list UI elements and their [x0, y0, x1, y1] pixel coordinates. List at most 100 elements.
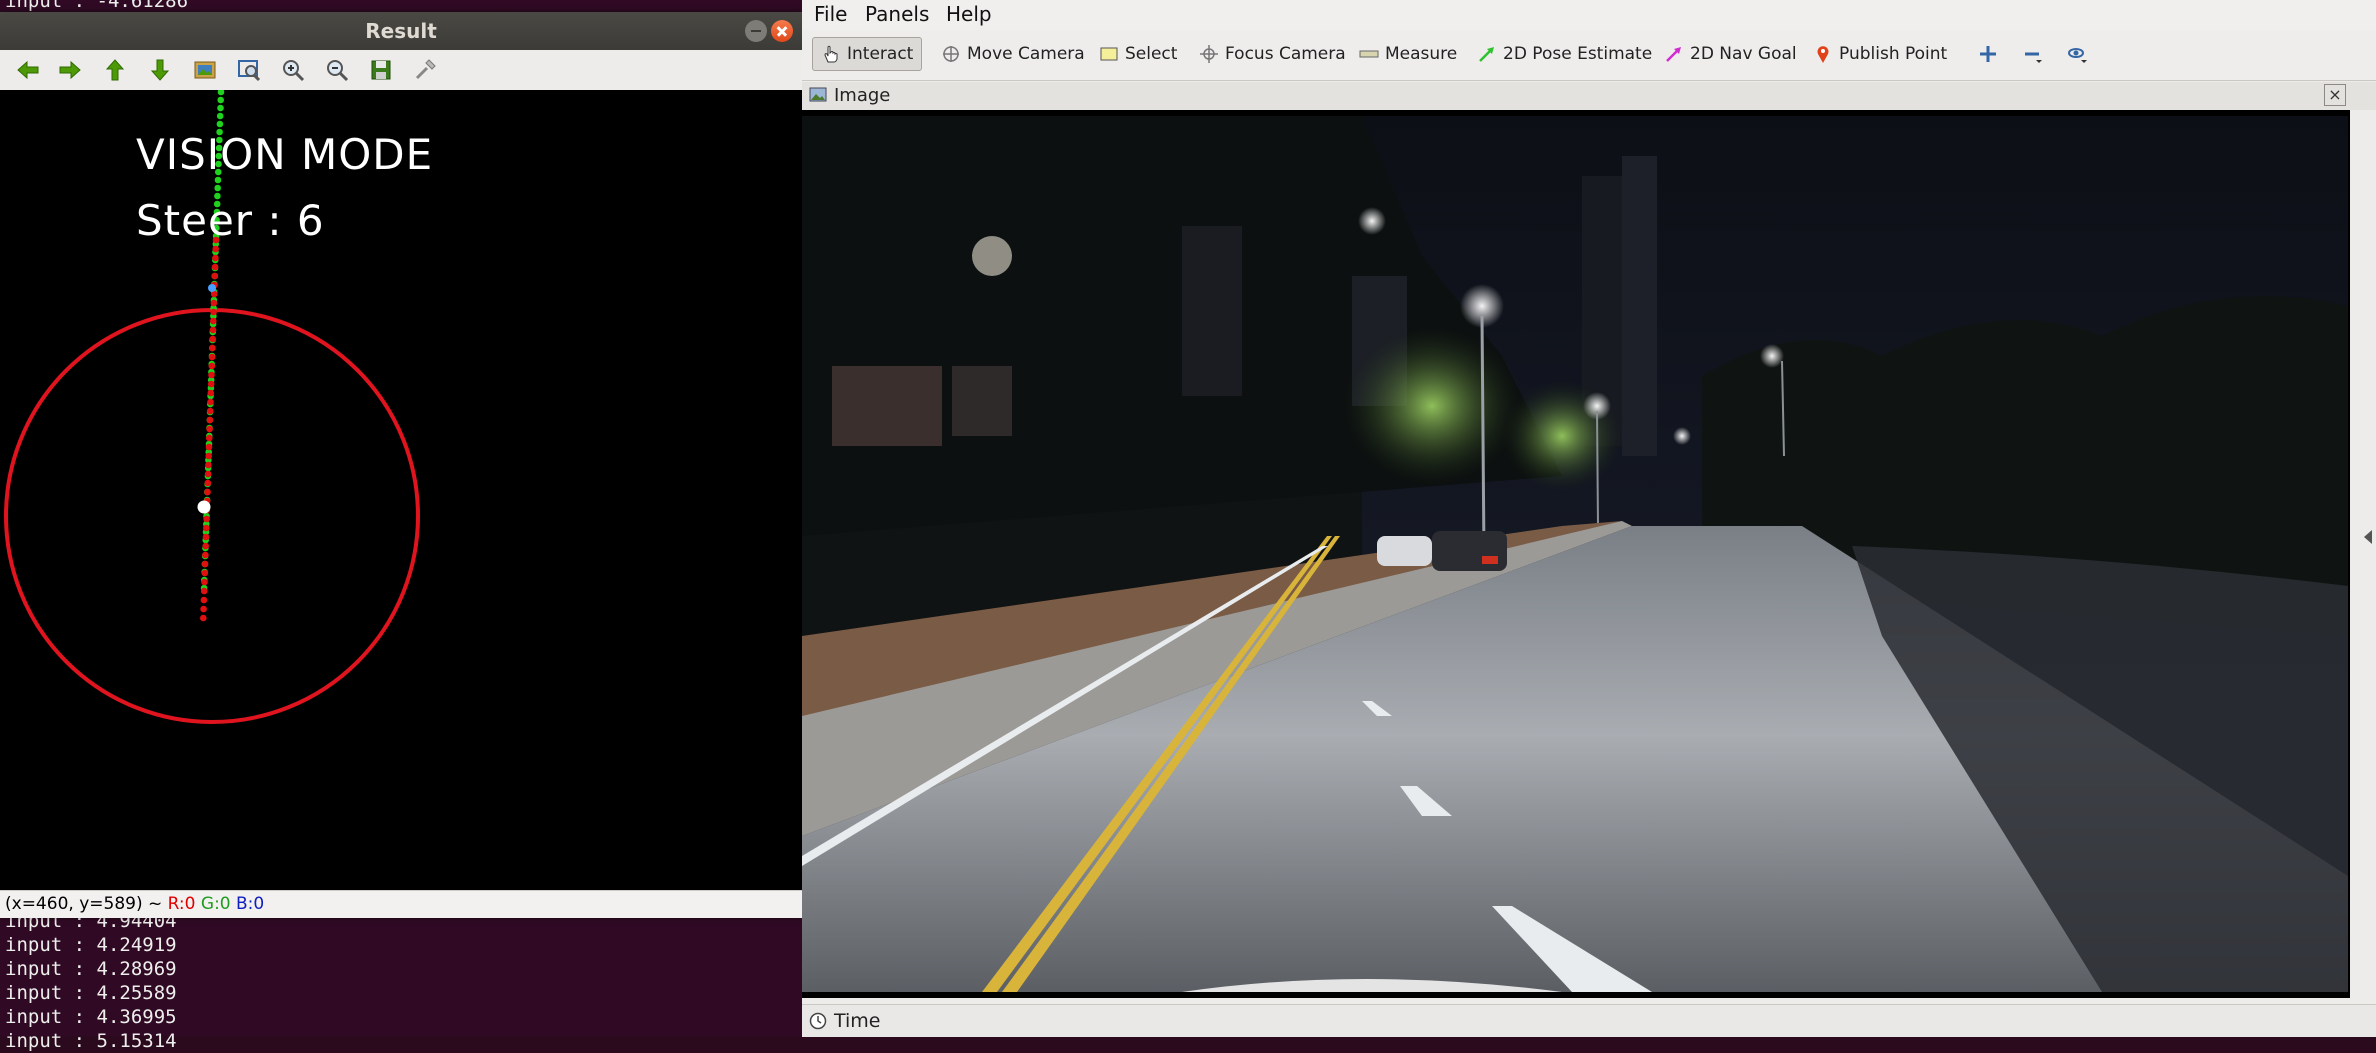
- menu-file[interactable]: File: [814, 2, 847, 26]
- center-dot: [197, 500, 211, 514]
- steer-value-label: Steer : 6: [136, 196, 325, 245]
- add-tool-icon[interactable]: [1973, 40, 2003, 68]
- path-point: [217, 90, 225, 96]
- path-point: [202, 542, 209, 550]
- green-arrow-icon: [1479, 47, 1494, 62]
- result-image[interactable]: VISION MODE Steer : 6: [0, 90, 802, 890]
- terminal-line: input : 4.25589: [5, 982, 177, 1004]
- terminal-line: input : 4.24919: [5, 934, 177, 956]
- terminal-line: input : 4.36995: [5, 1006, 177, 1028]
- image-icon[interactable]: [190, 56, 220, 84]
- time-panel-title: Time: [834, 1010, 881, 1032]
- path-point: [205, 443, 213, 451]
- zoom-fit-icon[interactable]: [234, 56, 264, 84]
- clock-icon: [809, 1012, 827, 1030]
- window-title: Result: [365, 19, 437, 43]
- window-titlebar[interactable]: Result: [0, 12, 802, 50]
- select-rectangle-icon: [1100, 47, 1118, 61]
- path-point: [207, 398, 214, 406]
- pixel-green-value: G:0: [200, 894, 231, 914]
- path-point: [202, 533, 210, 541]
- path-point: [206, 407, 214, 415]
- tool-measure[interactable]: Measure: [1350, 37, 1466, 71]
- tool-interact[interactable]: Interact: [812, 37, 923, 71]
- tool-select[interactable]: Select: [1090, 37, 1186, 71]
- camera-image: [802, 116, 2348, 992]
- zoom-out-icon[interactable]: [322, 56, 352, 84]
- path-point: [200, 596, 208, 604]
- blue-marker: [208, 284, 216, 292]
- cursor-coords: (x=460, y=589) ~: [5, 894, 163, 914]
- terminal-line: input : 5.15314: [5, 1030, 177, 1052]
- tool-label: Measure: [1385, 44, 1458, 64]
- time-panel: Time: [802, 1004, 2376, 1037]
- arrow-right-icon[interactable]: [55, 56, 85, 84]
- path-point: [202, 551, 209, 559]
- vision-mode-label: VISION MODE: [136, 130, 434, 179]
- path-point: [211, 263, 219, 271]
- status-bar: (x=460, y=589) ~ R:0 G:0 B:0: [0, 890, 802, 918]
- pixel-blue-value: B:0: [236, 894, 265, 914]
- trajectory-plot: [4, 90, 420, 724]
- magenta-arrow-icon: [1666, 47, 1681, 62]
- tool-label: Publish Point: [1839, 44, 1948, 64]
- camera-scene: [802, 116, 2348, 992]
- path-point: [200, 605, 207, 613]
- menu-help[interactable]: Help: [946, 2, 992, 26]
- tool-label: 2D Nav Goal: [1690, 44, 1797, 64]
- path-point: [217, 104, 224, 112]
- path-point: [204, 479, 212, 487]
- terminal-output: input : 4.94404 input : 4.24919 input : …: [5, 909, 177, 1053]
- pixel-red-value: R:0: [167, 894, 196, 914]
- path-point: [207, 380, 215, 388]
- close-button[interactable]: [771, 20, 793, 42]
- path-point: [201, 560, 209, 568]
- tool-label: 2D Pose Estimate: [1503, 44, 1653, 64]
- path-point: [210, 317, 217, 325]
- arrow-up-icon[interactable]: [100, 56, 130, 84]
- tool-move-camera[interactable]: Move Camera: [932, 37, 1094, 71]
- view-options-icon[interactable]: [2062, 40, 2092, 68]
- path-point: [208, 362, 216, 370]
- arrow-down-icon[interactable]: [145, 56, 175, 84]
- tool-focus-camera[interactable]: Focus Camera: [1190, 37, 1355, 71]
- save-icon[interactable]: [366, 56, 396, 84]
- zoom-in-icon[interactable]: [278, 56, 308, 84]
- path-point: [210, 308, 217, 316]
- tool-label: Move Camera: [967, 44, 1085, 64]
- properties-icon[interactable]: [410, 56, 440, 84]
- path-point: [208, 371, 215, 379]
- tool-publish-point[interactable]: Publish Point: [1804, 37, 1956, 71]
- path-point: [204, 470, 212, 478]
- minimize-button[interactable]: [745, 20, 767, 42]
- path-point: [204, 488, 211, 496]
- image-icon: [809, 87, 827, 102]
- path-point: [209, 326, 217, 334]
- ruler-icon: [1359, 50, 1379, 58]
- close-icon[interactable]: ×: [2324, 84, 2346, 106]
- path-point: [207, 389, 215, 397]
- terminal-line: input : -4.61286: [5, 0, 189, 12]
- path-point: [214, 184, 221, 192]
- tool-2d-nav-goal[interactable]: 2D Nav Goal: [1655, 37, 1806, 71]
- path-point: [201, 569, 209, 577]
- move-camera-icon: [943, 46, 959, 62]
- tool-2d-pose-estimate[interactable]: 2D Pose Estimate: [1468, 37, 1661, 71]
- path-point: [210, 299, 218, 307]
- path-point: [203, 524, 210, 532]
- remove-tool-icon[interactable]: [2017, 40, 2047, 68]
- menu-panels[interactable]: Panels: [865, 2, 929, 26]
- menu-bar: File Panels Help: [802, 0, 2376, 30]
- path-point: [211, 272, 219, 280]
- image-toolbar: [0, 50, 802, 91]
- arrow-left-icon[interactable]: [13, 56, 43, 84]
- collapse-handle-icon[interactable]: [2364, 530, 2372, 544]
- terminal-line: input : 4.28969: [5, 958, 177, 980]
- path-point: [212, 245, 219, 253]
- path-point: [201, 578, 208, 586]
- focus-camera-icon: [1200, 45, 1218, 63]
- path-point: [209, 344, 216, 352]
- path-point: [209, 335, 216, 343]
- path-point: [206, 434, 213, 442]
- hand-pointer-icon: [824, 45, 838, 63]
